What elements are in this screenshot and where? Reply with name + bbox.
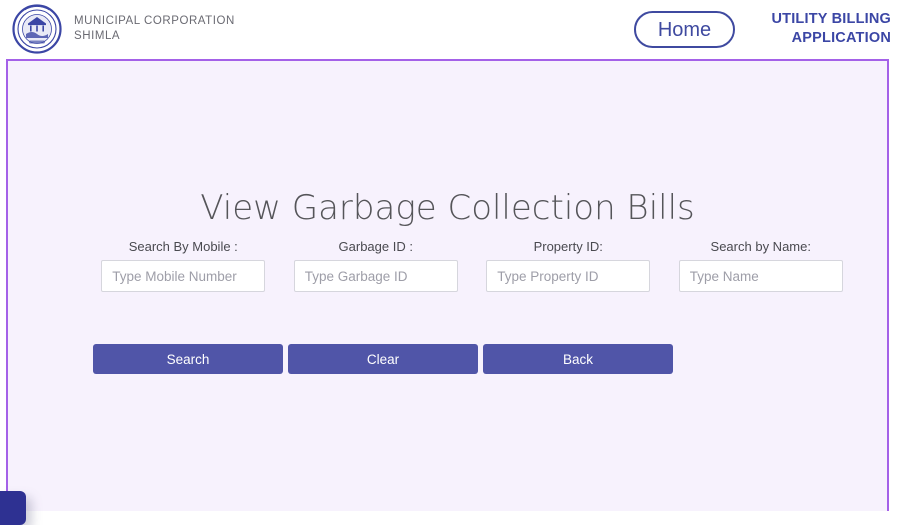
brand-line-2: SHIMLA [74, 30, 121, 42]
app-header: MUNICIPAL CORPORATION SHIMLA Home UTILIT… [0, 0, 901, 59]
search-by-name-input[interactable] [678, 260, 843, 292]
field-property-id: Property ID: [472, 239, 665, 292]
property-id-input[interactable] [486, 260, 651, 292]
application-title: UTILITY BILLING APPLICATION [751, 10, 891, 48]
clear-button[interactable]: Clear [288, 344, 478, 374]
back-button[interactable]: Back [483, 344, 673, 374]
brand-text: MUNICIPAL CORPORATION SHIMLA [74, 14, 235, 43]
field-search-by-name: Search by Name: [665, 239, 858, 292]
page-title: View Garbage Collection Bills [200, 188, 695, 228]
application-title-line-1: UTILITY BILLING [771, 11, 891, 27]
garbage-id-input[interactable] [293, 260, 458, 292]
brand-block: MUNICIPAL CORPORATION SHIMLA [12, 4, 235, 54]
search-by-mobile-input[interactable] [101, 260, 266, 292]
brand-line-1: MUNICIPAL CORPORATION [74, 15, 235, 28]
application-title-line-2: APPLICATION [791, 29, 891, 46]
field-garbage-id: Garbage ID : [280, 239, 473, 292]
content-panel: View Garbage Collection Bills Search By … [0, 59, 889, 525]
municipal-seal-logo-icon [12, 4, 62, 54]
search-button[interactable]: Search [93, 344, 283, 374]
search-form: Search By Mobile : Garbage ID : Property… [87, 239, 857, 292]
home-button[interactable]: Home [634, 11, 735, 48]
label-search-by-mobile: Search By Mobile : [128, 239, 238, 254]
label-search-by-name: Search by Name: [710, 239, 811, 254]
action-button-row: Search Clear Back [93, 344, 673, 374]
label-garbage-id: Garbage ID : [338, 239, 413, 254]
label-property-id: Property ID: [533, 239, 603, 254]
field-search-by-mobile: Search By Mobile : [87, 239, 280, 292]
floating-widget-icon[interactable] [0, 491, 26, 525]
